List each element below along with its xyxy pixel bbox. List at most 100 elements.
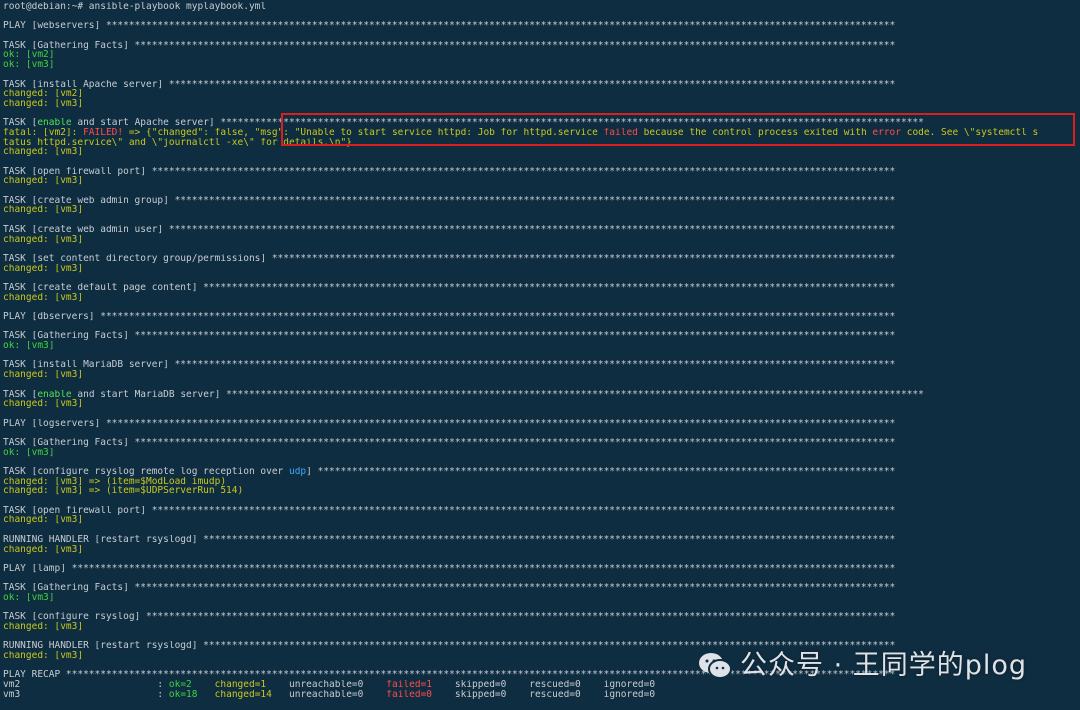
terminal-text: TASK [install Apache server] ***********… bbox=[3, 79, 896, 90]
terminal-line: changed: [vm3] bbox=[3, 515, 1080, 525]
terminal-text: TASK [install MariaDB server] **********… bbox=[3, 360, 896, 371]
terminal-line: changed: [vm3] bbox=[3, 264, 1080, 274]
terminal-text: ok: [vm3] bbox=[3, 592, 55, 603]
terminal-text: changed: [vm3] bbox=[3, 205, 84, 216]
terminal-text: ok: [vm3] bbox=[3, 341, 55, 351]
terminal-line: PLAY [dbservers] ***********************… bbox=[3, 312, 1080, 322]
terminal-text: TASK [Gathering Facts] *****************… bbox=[3, 331, 896, 342]
terminal-line: changed: [vm3] bbox=[3, 147, 1080, 157]
terminal-text: changed: [vm3] bbox=[3, 147, 84, 157]
terminal-text: changed: [vm3] bbox=[3, 515, 84, 526]
terminal-text: TASK [Gathering Facts] *****************… bbox=[3, 40, 896, 51]
terminal-line: TASK [create web admin user] ***********… bbox=[3, 225, 1080, 235]
terminal-text: fatal: [vm2]: bbox=[3, 127, 84, 138]
terminal-text: unreachable=0 bbox=[271, 689, 387, 700]
terminal-line: changed: [vm3] bbox=[3, 293, 1080, 303]
terminal-text: root@debian:~# ansible-playbook myplaybo… bbox=[3, 2, 267, 12]
terminal-text: enable bbox=[37, 118, 72, 128]
terminal-text: TASK [configure rsyslog] ***************… bbox=[3, 612, 896, 622]
error-highlight-box bbox=[281, 113, 1075, 146]
terminal-text: changed: [vm3] bbox=[3, 176, 84, 187]
terminal-text: ok: [vm3] bbox=[3, 60, 55, 70]
terminal-text: ] **************************************… bbox=[306, 467, 896, 477]
terminal-line: changed: [vm3] bbox=[3, 235, 1080, 245]
terminal-text: skipped=0 rescued=0 ignored=0 bbox=[432, 680, 656, 690]
terminal-text: PLAY [webservers] **********************… bbox=[3, 21, 896, 32]
terminal-line: TASK [configure rsyslog] ***************… bbox=[3, 612, 1080, 622]
watermark-text: 公众号 · 王同学的plog bbox=[740, 650, 1028, 682]
terminal-line: TASK [create web admin group] **********… bbox=[3, 196, 1080, 206]
terminal-line: changed: [vm3] => (item=$UDPServerRun 51… bbox=[3, 486, 1080, 496]
terminal-text: changed: [vm3] bbox=[3, 544, 84, 555]
terminal-line: changed: [vm3] bbox=[3, 370, 1080, 380]
terminal-text: changed: [vm3] bbox=[3, 234, 84, 245]
terminal-text: TASK [Gathering Facts] *****************… bbox=[3, 583, 896, 593]
terminal-line: TASK [enable and start MariaDB server] *… bbox=[3, 390, 1080, 400]
terminal-line: changed: [vm3] bbox=[3, 99, 1080, 109]
terminal-text: and start MariaDB server] **************… bbox=[71, 389, 924, 400]
terminal-line: TASK [open firewall port] **************… bbox=[3, 506, 1080, 516]
terminal-text: changed: [vm3] => (item=$UDPServerRun 51… bbox=[3, 486, 244, 497]
terminal-text: TASK [Gathering Facts] *****************… bbox=[3, 437, 896, 448]
terminal-text: changed=14 bbox=[214, 689, 272, 700]
terminal-line: changed: [vm3] bbox=[3, 176, 1080, 186]
terminal-line: TASK [install MariaDB server] **********… bbox=[3, 360, 1080, 370]
terminal-line: changed: [vm2] bbox=[3, 89, 1080, 99]
terminal-text: vm3 : bbox=[3, 689, 169, 700]
terminal-text: TASK [ bbox=[3, 118, 38, 128]
terminal-line: ok: [vm2] bbox=[3, 50, 1080, 60]
terminal-text: TASK [create default page content] *****… bbox=[3, 282, 896, 293]
terminal-line: PLAY [logservers] **********************… bbox=[3, 419, 1080, 429]
terminal-text: TASK [configure rsyslog remote log recep… bbox=[3, 467, 289, 477]
terminal-text: vm2 : bbox=[3, 680, 169, 690]
terminal-text: TASK [set content directory group/permis… bbox=[3, 253, 896, 264]
terminal-line: TASK [Gathering Facts] *****************… bbox=[3, 583, 1080, 593]
terminal-text: TASK [create web admin user] ***********… bbox=[3, 224, 896, 235]
terminal-text: ok: [vm2] bbox=[3, 50, 55, 61]
terminal-text: changed: [vm3] bbox=[3, 651, 84, 661]
terminal-text: changed: [vm3] bbox=[3, 622, 84, 632]
terminal-line: TASK [configure rsyslog remote log recep… bbox=[3, 467, 1080, 477]
terminal-line: PLAY [webservers] **********************… bbox=[3, 21, 1080, 31]
terminal-text: changed: [vm2] bbox=[3, 89, 84, 99]
terminal-output: root@debian:~# ansible-playbook myplaybo… bbox=[3, 2, 1080, 700]
terminal-text: TASK [ bbox=[3, 389, 38, 400]
terminal-line: TASK [Gathering Facts] *****************… bbox=[3, 41, 1080, 51]
terminal-text: changed=1 bbox=[214, 680, 267, 690]
terminal-line: changed: [vm3] => (item=$ModLoad imudp) bbox=[3, 477, 1080, 487]
terminal-line: TASK [Gathering Facts] *****************… bbox=[3, 331, 1080, 341]
terminal-text: ok=2 bbox=[168, 680, 192, 690]
terminal-line: TASK [Gathering Facts] *****************… bbox=[3, 438, 1080, 448]
terminal-text: PLAY [dbservers] ***********************… bbox=[3, 312, 896, 322]
terminal-text: failed=0 bbox=[386, 689, 433, 700]
terminal-text: RUNNING HANDLER [restart rsyslogd] *****… bbox=[3, 534, 896, 545]
watermark: 公众号 · 王同学的plog bbox=[698, 646, 1027, 686]
terminal-line: changed: [vm3] bbox=[3, 399, 1080, 409]
terminal-line: changed: [vm3] bbox=[3, 545, 1080, 555]
terminal-text: ok=18 bbox=[168, 689, 198, 700]
terminal-text: TASK [open firewall port] **************… bbox=[3, 505, 896, 516]
terminal-text: PLAY [lamp] ****************************… bbox=[3, 563, 896, 574]
terminal-text: enable bbox=[37, 389, 72, 400]
terminal-text: changed: [vm3] bbox=[3, 263, 84, 274]
terminal-line: changed: [vm3] bbox=[3, 622, 1080, 632]
terminal-line: PLAY [lamp] ****************************… bbox=[3, 564, 1080, 574]
terminal-text: failed=1 bbox=[386, 680, 433, 690]
terminal-text: ok: [vm3] bbox=[3, 447, 55, 458]
